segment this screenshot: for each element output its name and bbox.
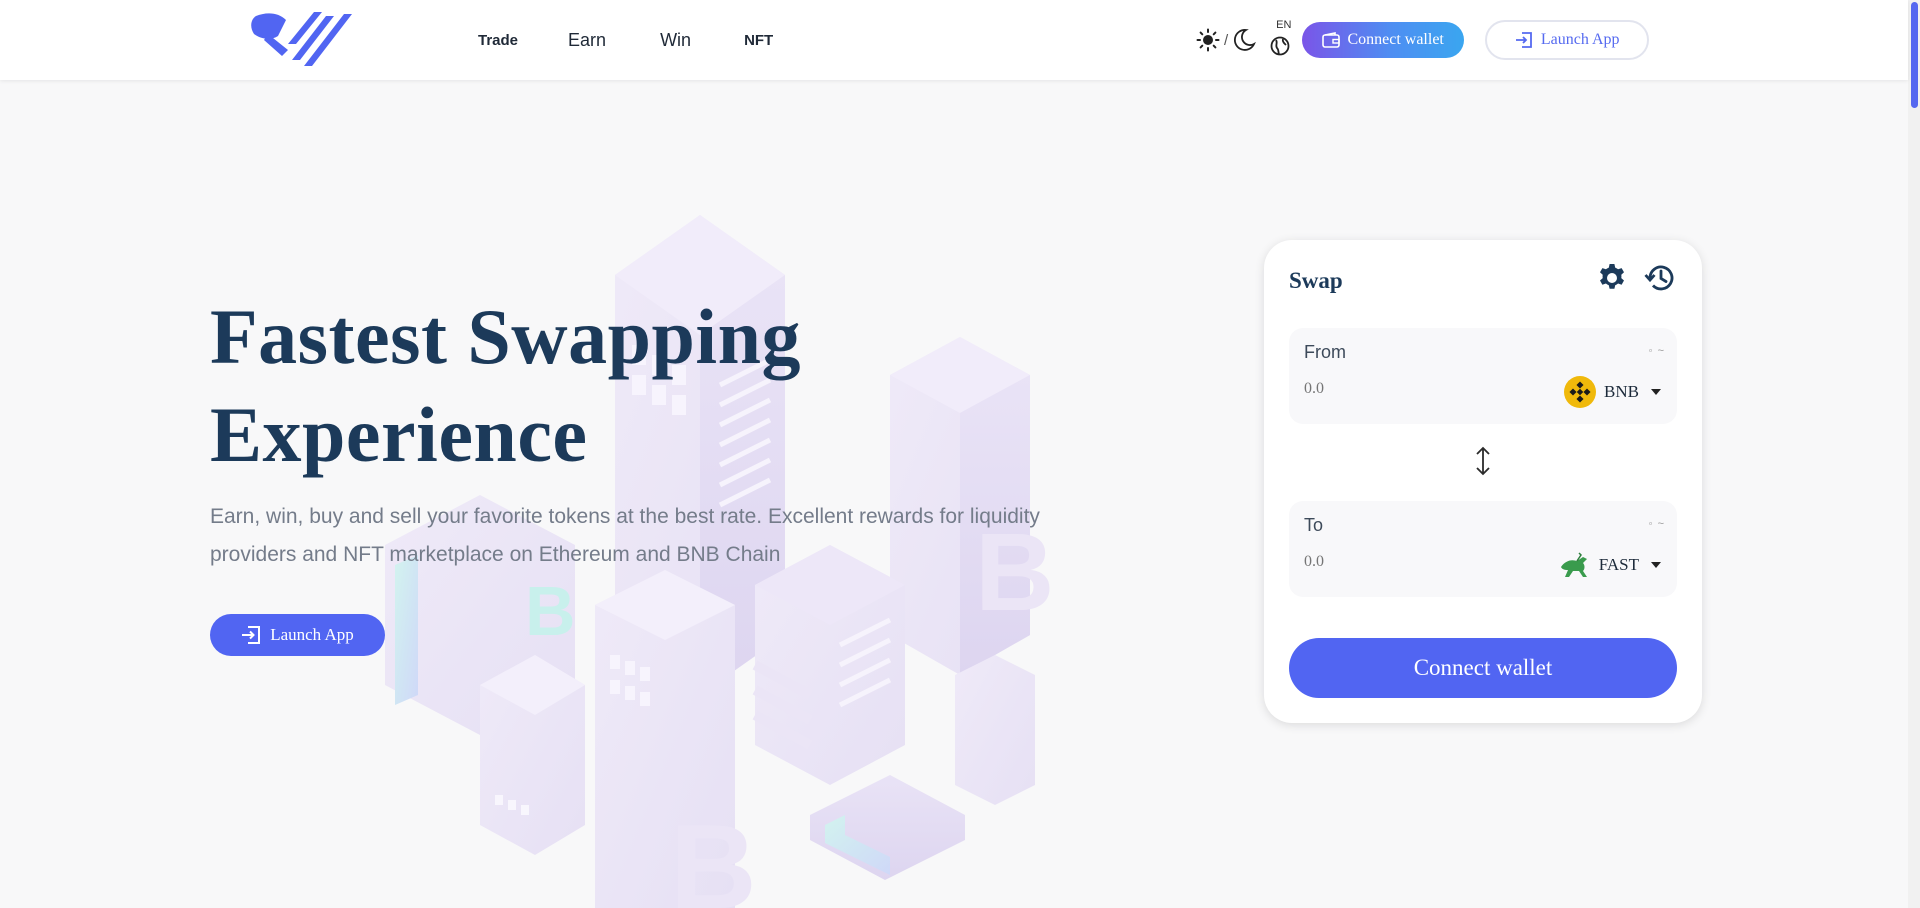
hero-launch-app-button[interactable]: Launch App (210, 614, 385, 656)
wallet-icon (1322, 32, 1341, 48)
nav-win[interactable]: Win (660, 30, 691, 51)
hero-title-line1: Fastest Swapping (210, 293, 801, 380)
nav-earn[interactable]: Earn (568, 30, 606, 51)
to-label: To (1304, 515, 1324, 535)
hero-subtitle: Earn, win, buy and sell your favorite to… (210, 505, 1040, 566)
swap-connect-wallet-button[interactable]: Connect wallet (1289, 638, 1677, 698)
fast-token-icon (1560, 552, 1587, 577)
history-icon[interactable] (1644, 262, 1676, 294)
from-field: From ◦ ~ BNB (1289, 328, 1677, 424)
connect-wallet-button[interactable]: Connect wallet (1302, 22, 1465, 58)
swap-title: Swap (1289, 268, 1343, 293)
from-amount-input[interactable] (1304, 380, 1464, 398)
from-token-selector[interactable]: BNB (1564, 376, 1661, 408)
launch-app-label: Launch App (1540, 31, 1620, 48)
connect-wallet-label: Connect wallet (1347, 31, 1444, 48)
chevron-down-icon (1651, 389, 1661, 395)
bnb-token-icon (1564, 376, 1597, 408)
to-token-name: FAST (1598, 555, 1639, 574)
nav-trade[interactable]: Trade (478, 32, 518, 49)
to-balance: ◦ ~ (1648, 518, 1665, 530)
launch-app-button[interactable]: Launch App (1485, 20, 1650, 60)
page-scrollbar[interactable] (1908, 0, 1920, 908)
header-actions: / EN Connect wallet Launch App (1196, 0, 1650, 80)
hero-title: Fastest Swapping Experience (210, 288, 1040, 484)
chevron-down-icon (1651, 562, 1661, 568)
language-label: EN (1276, 19, 1292, 31)
sun-icon[interactable] (1196, 28, 1220, 52)
to-token-selector[interactable]: FAST (1557, 549, 1661, 581)
gear-icon[interactable] (1596, 262, 1628, 294)
from-label: From (1304, 342, 1346, 362)
main-nav: Trade Earn Win NFT (478, 0, 773, 80)
moon-icon[interactable] (1232, 28, 1257, 52)
top-header: Trade Earn Win NFT / EN Connect wallet L… (0, 0, 1908, 80)
swap-arrows-icon[interactable] (1471, 446, 1495, 476)
logo-icon[interactable] (248, 10, 352, 68)
language-selector[interactable]: EN (1270, 19, 1292, 56)
svg-text:B: B (670, 800, 757, 908)
login-icon (1515, 32, 1532, 48)
from-balance: ◦ ~ (1648, 345, 1665, 357)
globe-icon (1270, 36, 1290, 56)
to-amount-input[interactable] (1304, 553, 1464, 571)
from-token-name: BNB (1604, 382, 1639, 401)
to-field: To ◦ ~ FAST (1289, 501, 1677, 597)
hero-title-line2: Experience (210, 391, 588, 478)
scrollbar-thumb[interactable] (1911, 2, 1918, 108)
theme-separator: / (1224, 31, 1229, 49)
nav-nft[interactable]: NFT (744, 32, 773, 49)
swap-card: Swap From ◦ ~ BNB (1264, 240, 1702, 723)
hero-section: Fastest Swapping Experience Earn, win, b… (210, 288, 1040, 656)
login-icon (242, 626, 261, 644)
hero-launch-app-label: Launch App (270, 625, 354, 644)
